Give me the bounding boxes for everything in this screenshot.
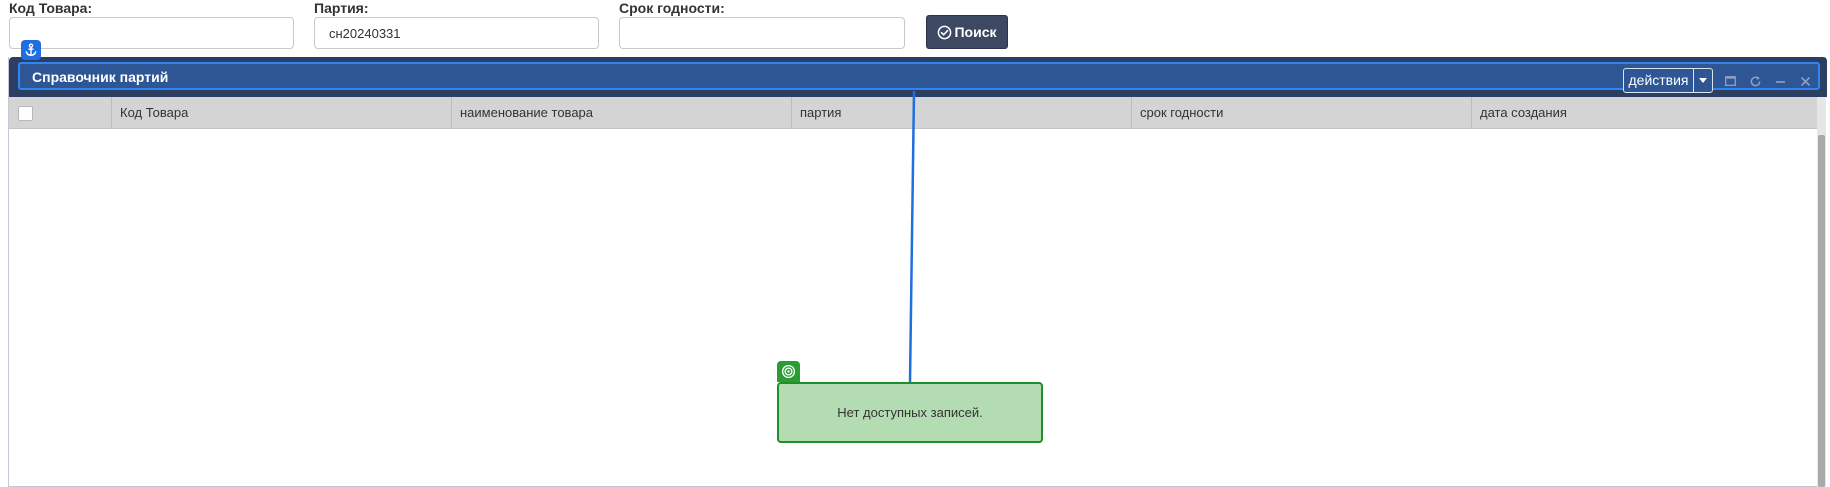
column-header-product-code[interactable]: Код Товара [111,97,451,129]
product-code-input[interactable] [9,17,294,49]
chevron-down-icon [1694,69,1712,92]
close-icon[interactable] [1797,73,1813,89]
column-header-expiry[interactable]: срок годности [1131,97,1471,129]
anchor-icon [21,40,41,60]
actions-label: действия [1624,69,1694,92]
product-code-field: Код Товара: [0,0,300,56]
expiry-input[interactable] [619,17,905,49]
minimize-icon[interactable] [1772,73,1788,89]
batch-label: Партия: [314,0,369,16]
empty-records-message: Нет доступных записей. [777,382,1043,443]
target-icon [777,361,800,382]
column-header-product-name[interactable]: наименование товара [451,97,791,129]
empty-message-text: Нет доступных записей. [837,405,983,420]
column-header-batch[interactable]: партия [791,97,1131,129]
grid-scrollbar[interactable] [1817,97,1826,487]
grid-header: Код Товара наименование товара партия ср… [9,97,1817,129]
select-all-checkbox[interactable] [18,106,33,121]
panel-header: Справочник партий действия [9,57,1827,97]
batch-input[interactable] [314,17,599,49]
panel-header-highlight: Справочник партий действия [18,62,1820,93]
scrollbar-thumb[interactable] [1818,135,1825,487]
search-button-label: Поиск [954,24,997,40]
filter-bar: Код Товара: Партия: Срок годности: Поиск [0,0,1830,56]
search-button[interactable]: Поиск [926,15,1008,49]
check-circle-icon [937,25,952,40]
product-code-label: Код Товара: [9,0,93,16]
maximize-icon[interactable] [1722,73,1738,89]
column-header-created-date[interactable]: дата создания [1471,97,1817,129]
batch-field: Партия: [314,0,604,56]
actions-dropdown[interactable]: действия [1623,68,1713,93]
panel-title: Справочник партий [32,69,169,85]
expiry-field: Срок годности: [619,0,909,56]
expiry-label: Срок годности: [619,0,725,16]
refresh-icon[interactable] [1747,73,1763,89]
